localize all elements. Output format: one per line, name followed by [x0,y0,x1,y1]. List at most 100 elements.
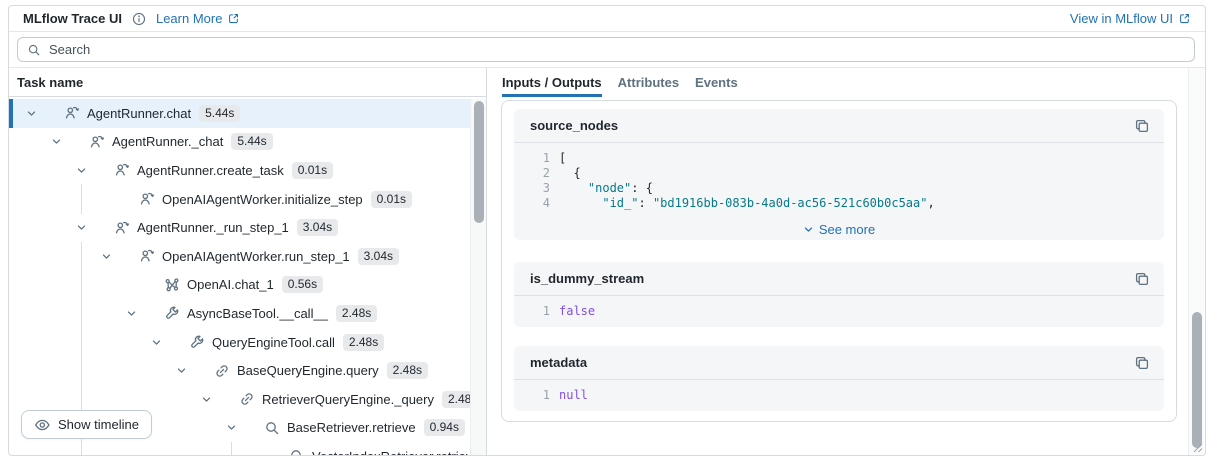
code-line: 1false [524,304,1148,319]
tree-row[interactable]: OpenAIAgentWorker.run_step_13.04s [9,242,471,271]
tree-row-label: RetrieverQueryEngine._query [262,392,434,407]
duration-badge: 0.94s [424,419,465,436]
code-text: "id_": "bd1916bb-083b-4a0d-ac56-521c60b0… [559,196,935,211]
code-block: 1 null [514,380,1164,411]
page-title: MLflow Trace UI [23,11,122,26]
chevron-down-icon[interactable] [173,363,189,379]
wrench-icon [164,305,180,321]
duration-badge: 3.04s [358,248,399,265]
tab-attributes[interactable]: Attributes [618,68,679,97]
chevron-down-icon[interactable] [48,134,64,150]
tree-row[interactable]: OpenAIAgentWorker.initialize_step 0.01s [9,185,471,214]
agent-icon [114,220,130,236]
duration-badge: 0.56s [282,276,323,293]
chevron-down-icon[interactable] [123,305,139,321]
tree-row-label: AgentRunner._run_step_1 [137,220,289,235]
details-panel: Inputs / Outputs Attributes Events sourc… [488,68,1205,455]
tab-label: Attributes [618,75,679,90]
duration-badge: 2.48s [387,362,428,379]
details-scrollbar-track[interactable] [1188,68,1204,455]
tree-row-label: AgentRunner._chat [112,134,223,149]
tree-row[interactable]: VectorIndexRetriever.retrieve [9,442,471,455]
code-line: 4 "id_": "bd1916bb-083b-4a0d-ac56-521c60… [524,196,1148,211]
section-source_nodes: source_nodes1[2 {3 "node": {4 "id_": "bd… [514,109,1164,240]
view-in-mlflow-link[interactable]: View in MLflow UI [1070,11,1191,26]
code-line: 3 "node": { [524,181,1148,196]
chevron-down-icon[interactable] [223,420,239,436]
retriever-icon [264,420,280,436]
resize-handle[interactable] [1190,440,1203,453]
show-timeline-button[interactable]: Show timeline [21,410,152,439]
wrench-icon [189,334,205,350]
line-number: 1 [524,388,550,403]
code-text: "node": { [559,181,653,196]
line-number: 1 [524,151,550,166]
duration-badge: 0.01s [371,191,412,208]
duration-badge: 5.44s [231,133,272,150]
tree-guide-line [231,442,232,455]
tree-scrollbar-track[interactable] [470,99,486,455]
copy-button[interactable] [1134,271,1150,287]
chevron-down-icon[interactable] [73,220,89,236]
external-link-icon [227,12,240,25]
chevron-down-icon[interactable] [23,105,39,121]
section-title: source_nodes [530,118,618,133]
tree-row-label: AsyncBaseTool.__call__ [187,306,328,321]
tab-label: Events [695,75,738,90]
tree-row-label: OpenAI.chat_1 [187,277,274,292]
section-is_dummy_stream: is_dummy_stream 1false [514,262,1164,327]
details-scrollbar-thumb[interactable] [1192,312,1202,448]
duration-badge: 0.01s [292,162,333,179]
chevron-down-icon[interactable] [98,248,114,264]
section-title: is_dummy_stream [530,271,644,286]
code-block: 1[2 {3 "node": {4 "id_": "bd1916bb-083b-… [514,143,1164,219]
duration-badge: 2.48s [336,305,377,322]
info-icon[interactable] [132,12,146,26]
section-header: is_dummy_stream [514,262,1164,296]
chevron-down-icon[interactable] [198,391,214,407]
copy-button[interactable] [1134,355,1150,371]
code-text: false [559,304,595,319]
view-in-mlflow-label: View in MLflow UI [1070,11,1173,26]
code-line: 2 { [524,166,1148,181]
search-input[interactable] [49,42,1185,57]
agent-icon [114,162,130,178]
copy-button[interactable] [1134,118,1150,134]
tree-row[interactable]: QueryEngineTool.call2.48s [9,328,471,357]
search-icon [27,43,41,57]
line-number: 4 [524,196,550,211]
chevron-placeholder [248,448,264,455]
see-more-link[interactable]: See more [514,219,1164,240]
tree-row[interactable]: OpenAI.chat_1 0.56s [9,271,471,300]
chevron-down-icon [803,224,814,235]
duration-badge: 3.04s [297,219,338,236]
tab-inputs-outputs[interactable]: Inputs / Outputs [502,68,602,97]
line-number: 3 [524,181,550,196]
tree-row[interactable]: AsyncBaseTool.__call__ 2.48s [9,299,471,328]
learn-more-link[interactable]: Learn More [156,11,240,26]
task-name-label: Task name [17,75,83,90]
inputs-outputs-card: source_nodes1[2 {3 "node": {4 "id_": "bd… [501,100,1177,422]
tab-label: Inputs / Outputs [502,75,602,90]
tree-row[interactable]: AgentRunner.chat5.44s [9,99,471,128]
model-icon [164,277,180,293]
tree-row-label: OpenAIAgentWorker.initialize_step [162,192,363,207]
tree-scrollbar-thumb[interactable] [474,101,484,223]
task-name-header: Task name [9,68,486,97]
tree-row-label: BaseRetriever.retrieve [287,420,416,435]
tab-events[interactable]: Events [695,68,738,97]
tree-row[interactable]: AgentRunner._chat 5.44s [9,128,471,157]
code-line: 1[ [524,151,1148,166]
code-block: 1false [514,296,1164,327]
agent-icon [139,191,155,207]
search-box[interactable] [17,37,1195,62]
chevron-down-icon[interactable] [73,162,89,178]
tree-row[interactable]: AgentRunner._run_step_1 3.04s [9,213,471,242]
code-text: null [559,388,588,403]
chevron-down-icon[interactable] [148,334,164,350]
tree-row[interactable]: AgentRunner.create_task0.01s [9,156,471,185]
tree-row[interactable]: BaseQueryEngine.query2.48s [9,356,471,385]
learn-more-label: Learn More [156,11,222,26]
section-header: metadata [514,346,1164,380]
retriever-icon [289,448,305,455]
